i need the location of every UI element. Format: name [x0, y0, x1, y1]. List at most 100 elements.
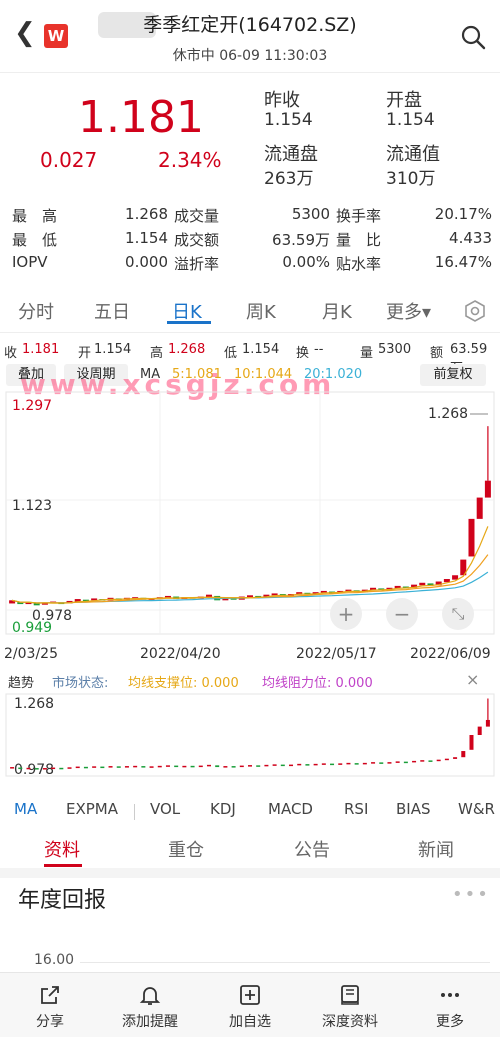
tab-holdings[interactable]: 重仓: [168, 836, 204, 862]
candle: [403, 761, 408, 764]
indicator-tab[interactable]: BIAS: [396, 800, 431, 818]
zoom-out-button[interactable]: −: [386, 598, 418, 630]
more-options-icon[interactable]: •••: [452, 884, 490, 905]
candle: [100, 766, 105, 769]
deep-info-button[interactable]: 深度资料: [300, 973, 400, 1037]
resistance-level: 均线阻力位: 0.000: [262, 676, 373, 691]
tab-more[interactable]: 更多▾: [386, 298, 431, 324]
candle: [10, 767, 15, 769]
tab-intraday[interactable]: 分时: [18, 298, 54, 324]
price-change-pct: 2.34%: [158, 148, 222, 172]
add-watchlist-label: 加自选: [229, 1014, 271, 1030]
candle: [174, 765, 179, 768]
more-button[interactable]: 更多: [400, 973, 500, 1037]
candle: [428, 760, 433, 762]
candle: [476, 497, 483, 519]
close-value: 1.181: [22, 342, 60, 357]
candle: [116, 766, 121, 768]
kline-chart[interactable]: 1.297 1.123 0.978 0.949 1.268 2/03/25 20…: [0, 390, 500, 668]
low-label: 低: [224, 346, 238, 361]
tab-profile[interactable]: 资料: [44, 836, 80, 862]
stat-label: 量 比: [336, 231, 382, 249]
period-tabs: 分时 五日 日K 周K 月K 更多▾: [0, 288, 500, 333]
open-label: 开: [78, 346, 92, 361]
stat-label: 最 低: [12, 231, 58, 249]
candle: [452, 575, 459, 580]
candle: [256, 765, 261, 767]
prev-close-value: 1.154: [264, 110, 313, 130]
candle: [34, 768, 39, 770]
candles-group: [9, 426, 491, 606]
indicator-tab[interactable]: KDJ: [210, 800, 236, 818]
more-icon: [441, 993, 459, 997]
indicator-tab[interactable]: RSI: [344, 800, 368, 818]
tab-announcements[interactable]: 公告: [294, 836, 330, 862]
stat-label: 换手率: [336, 207, 382, 225]
candle: [354, 763, 359, 765]
candle: [157, 765, 162, 768]
candle: [67, 767, 72, 769]
max-price-label: 1.268: [428, 406, 468, 422]
stat-value: 0.000: [125, 253, 168, 271]
volume-label: 量: [360, 346, 374, 361]
tab-weekly-k[interactable]: 周K: [246, 298, 276, 324]
candle: [75, 766, 80, 769]
mini-top-label: 1.268: [14, 696, 54, 712]
candle: [443, 579, 450, 583]
indicator-tab[interactable]: VOL: [150, 800, 180, 818]
mini-bottom-label: 0.978: [14, 762, 54, 778]
indicator-tab[interactable]: MACD: [268, 800, 313, 818]
stat-value: 5300: [291, 205, 330, 223]
candle: [289, 764, 294, 767]
indicator-tab[interactable]: MA: [14, 800, 37, 818]
add-alert-label: 添加提醒: [122, 1014, 178, 1030]
add-alert-button[interactable]: 添加提醒: [100, 973, 200, 1037]
float-value-value: 310万: [386, 169, 436, 189]
candle: [484, 480, 491, 498]
support-level: 均线支撑位: 0.000: [128, 676, 239, 691]
close-icon[interactable]: ×: [466, 670, 479, 689]
candle: [108, 766, 113, 768]
x-label-2: 2022/05/17: [296, 646, 377, 662]
volume-value: 5300: [378, 342, 412, 357]
zoom-in-button[interactable]: +: [330, 598, 362, 630]
gridline: [80, 962, 490, 963]
indicator-tab[interactable]: W&R: [458, 800, 495, 818]
candle: [395, 761, 400, 763]
candle: [231, 766, 236, 768]
stat-value: 16.47%: [434, 253, 492, 271]
candle: [321, 763, 326, 765]
candle: [419, 582, 426, 586]
x-label-0: 2/03/25: [4, 646, 58, 662]
tab-monthly-k[interactable]: 月K: [322, 298, 352, 324]
candle: [165, 765, 170, 767]
market-status-label: 市场状态:: [52, 676, 109, 691]
active-tab-underline: [167, 321, 211, 324]
tab-five-day[interactable]: 五日: [94, 298, 130, 324]
current-price: 1.181: [78, 92, 204, 143]
tab-news[interactable]: 新闻: [418, 836, 454, 862]
x-label-1: 2022/04/20: [140, 646, 221, 662]
adjust-button[interactable]: 前复权: [420, 364, 486, 386]
settings-icon[interactable]: [464, 300, 486, 322]
ma-lines: [11, 526, 489, 604]
candle: [206, 764, 211, 767]
candle: [42, 768, 47, 770]
candle: [247, 595, 253, 598]
turnover-label: 换: [296, 346, 310, 361]
fullscreen-icon[interactable]: ⤡: [442, 598, 474, 630]
trend-mini-chart: 1.268 0.978: [5, 693, 495, 778]
search-icon[interactable]: [460, 24, 486, 50]
indicator-tab[interactable]: EXPMA: [66, 800, 118, 818]
candle: [362, 762, 367, 765]
candle: [468, 518, 475, 557]
candle: [272, 764, 277, 766]
add-watchlist-icon: [240, 985, 260, 1005]
candle: [338, 763, 343, 765]
add-watchlist-button[interactable]: 加自选: [200, 973, 300, 1037]
stat-value: 0.00%: [282, 253, 330, 271]
amount-label: 额: [430, 346, 444, 361]
candle: [141, 766, 146, 768]
share-button[interactable]: 分享: [0, 973, 100, 1037]
stat-value: 63.59万: [272, 231, 330, 249]
